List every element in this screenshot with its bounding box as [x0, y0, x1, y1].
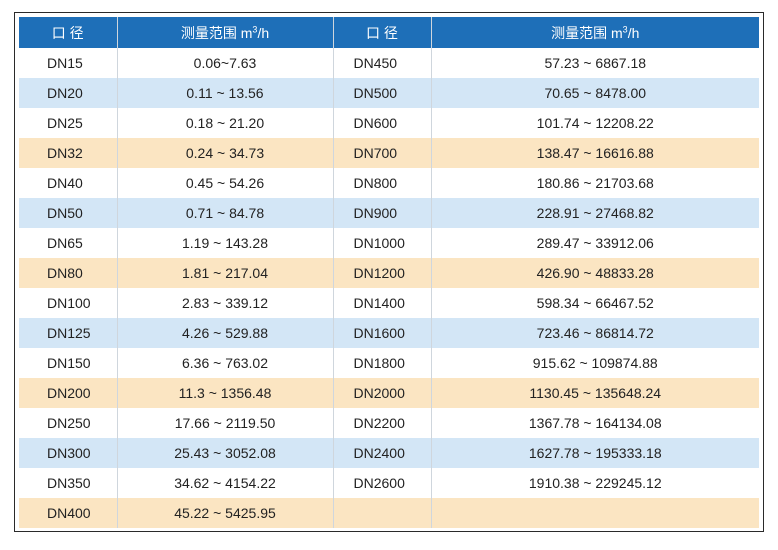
diameter-cell-right: DN2000 [333, 378, 432, 408]
diameter-cell-left: DN32 [19, 138, 118, 168]
range-cell-right: 289.47 ~ 33912.06 [431, 228, 759, 258]
diameter-cell-left: DN80 [19, 258, 118, 288]
diameter-cell-left: DN50 [19, 198, 118, 228]
table-row: DN250 17.66 ~ 2119.50 DN2200 1367.78 ~ 1… [19, 408, 759, 438]
range-cell-right [431, 498, 759, 528]
range-cell-right: 101.74 ~ 12208.22 [431, 108, 759, 138]
diameter-cell-right [333, 498, 432, 528]
diameter-cell-right: DN2400 [333, 438, 432, 468]
table-row: DN350 34.62 ~ 4154.22 DN2600 1910.38 ~ 2… [19, 468, 759, 498]
diameter-cell-left: DN20 [19, 78, 118, 108]
range-cell-left: 11.3 ~ 1356.48 [117, 378, 334, 408]
range-cell-left: 17.66 ~ 2119.50 [117, 408, 334, 438]
range-cell-right: 138.47 ~ 16616.88 [431, 138, 759, 168]
range-cell-left: 6.36 ~ 763.02 [117, 348, 334, 378]
range-cell-left: 34.62 ~ 4154.22 [117, 468, 334, 498]
range-cell-left: 4.26 ~ 529.88 [117, 318, 334, 348]
diameter-cell-right: DN800 [333, 168, 432, 198]
table-row: DN125 4.26 ~ 529.88 DN1600 723.46 ~ 8681… [19, 318, 759, 348]
header-diameter-left: 口 径 [19, 17, 118, 48]
range-cell-left: 1.19 ~ 143.28 [117, 228, 334, 258]
diameter-cell-right: DN450 [333, 48, 432, 78]
diameter-cell-left: DN125 [19, 318, 118, 348]
table-row: DN15 0.06~7.63 DN450 57.23 ~ 6867.18 [19, 48, 759, 78]
flow-range-table: 口 径 测量范围 m3/h 口 径 测量范围 m3/h DN15 0.06~7.… [19, 17, 759, 528]
table-header-row: 口 径 测量范围 m3/h 口 径 测量范围 m3/h [19, 17, 759, 48]
range-cell-right: 70.65 ~ 8478.00 [431, 78, 759, 108]
table-row: DN100 2.83 ~ 339.12 DN1400 598.34 ~ 6646… [19, 288, 759, 318]
range-cell-right: 228.91 ~ 27468.82 [431, 198, 759, 228]
range-cell-left: 2.83 ~ 339.12 [117, 288, 334, 318]
range-cell-left: 1.81 ~ 217.04 [117, 258, 334, 288]
diameter-cell-right: DN900 [333, 198, 432, 228]
table-row: DN80 1.81 ~ 217.04 DN1200 426.90 ~ 48833… [19, 258, 759, 288]
range-cell-right: 598.34 ~ 66467.52 [431, 288, 759, 318]
range-cell-left: 0.18 ~ 21.20 [117, 108, 334, 138]
range-cell-left: 45.22 ~ 5425.95 [117, 498, 334, 528]
range-cell-left: 0.24 ~ 34.73 [117, 138, 334, 168]
range-cell-right: 57.23 ~ 6867.18 [431, 48, 759, 78]
range-cell-right: 1910.38 ~ 229245.12 [431, 468, 759, 498]
diameter-cell-left: DN65 [19, 228, 118, 258]
diameter-cell-left: DN350 [19, 468, 118, 498]
range-cell-right: 1627.78 ~ 195333.18 [431, 438, 759, 468]
diameter-cell-right: DN1200 [333, 258, 432, 288]
range-cell-left: 0.45 ~ 54.26 [117, 168, 334, 198]
diameter-cell-left: DN300 [19, 438, 118, 468]
diameter-cell-right: DN2600 [333, 468, 432, 498]
range-cell-right: 1367.78 ~ 164134.08 [431, 408, 759, 438]
range-cell-right: 915.62 ~ 109874.88 [431, 348, 759, 378]
diameter-cell-right: DN1800 [333, 348, 432, 378]
diameter-cell-left: DN150 [19, 348, 118, 378]
table-row: DN300 25.43 ~ 3052.08 DN2400 1627.78 ~ 1… [19, 438, 759, 468]
header-range-left-unit: /h [257, 24, 270, 41]
table-row: DN32 0.24 ~ 34.73 DN700 138.47 ~ 16616.8… [19, 138, 759, 168]
diameter-cell-right: DN500 [333, 78, 432, 108]
spec-table-frame: 口 径 测量范围 m3/h 口 径 测量范围 m3/h DN15 0.06~7.… [14, 12, 764, 532]
table-row: DN20 0.11 ~ 13.56 DN500 70.65 ~ 8478.00 [19, 78, 759, 108]
header-range-right-text: 测量范围 m [551, 24, 623, 41]
header-range-left: 测量范围 m3/h [117, 17, 334, 48]
diameter-cell-left: DN15 [19, 48, 118, 78]
table-row: DN40 0.45 ~ 54.26 DN800 180.86 ~ 21703.6… [19, 168, 759, 198]
range-cell-left: 0.06~7.63 [117, 48, 334, 78]
diameter-cell-right: DN1000 [333, 228, 432, 258]
range-cell-left: 25.43 ~ 3052.08 [117, 438, 334, 468]
diameter-cell-left: DN25 [19, 108, 118, 138]
diameter-cell-right: DN1400 [333, 288, 432, 318]
range-cell-right: 426.90 ~ 48833.28 [431, 258, 759, 288]
header-range-right-unit: /h [627, 24, 640, 41]
diameter-cell-left: DN400 [19, 498, 118, 528]
diameter-cell-left: DN40 [19, 168, 118, 198]
range-cell-left: 0.11 ~ 13.56 [117, 78, 334, 108]
table-row: DN150 6.36 ~ 763.02 DN1800 915.62 ~ 1098… [19, 348, 759, 378]
header-diameter-right: 口 径 [333, 17, 432, 48]
table-row: DN25 0.18 ~ 21.20 DN600 101.74 ~ 12208.2… [19, 108, 759, 138]
header-range-right: 测量范围 m3/h [431, 17, 759, 48]
table-row: DN50 0.71 ~ 84.78 DN900 228.91 ~ 27468.8… [19, 198, 759, 228]
range-cell-left: 0.71 ~ 84.78 [117, 198, 334, 228]
diameter-cell-right: DN600 [333, 108, 432, 138]
table-row: DN65 1.19 ~ 143.28 DN1000 289.47 ~ 33912… [19, 228, 759, 258]
diameter-cell-left: DN200 [19, 378, 118, 408]
diameter-cell-left: DN100 [19, 288, 118, 318]
table-body: DN15 0.06~7.63 DN450 57.23 ~ 6867.18 DN2… [19, 48, 759, 528]
range-cell-right: 723.46 ~ 86814.72 [431, 318, 759, 348]
header-range-left-text: 测量范围 m [180, 24, 253, 41]
range-cell-right: 180.86 ~ 21703.68 [431, 168, 759, 198]
diameter-cell-left: DN250 [19, 408, 118, 438]
diameter-cell-right: DN2200 [333, 408, 432, 438]
diameter-cell-right: DN700 [333, 138, 432, 168]
diameter-cell-right: DN1600 [333, 318, 432, 348]
range-cell-right: 1130.45 ~ 135648.24 [431, 378, 759, 408]
table-row: DN400 45.22 ~ 5425.95 [19, 498, 759, 528]
table-row: DN200 11.3 ~ 1356.48 DN2000 1130.45 ~ 13… [19, 378, 759, 408]
